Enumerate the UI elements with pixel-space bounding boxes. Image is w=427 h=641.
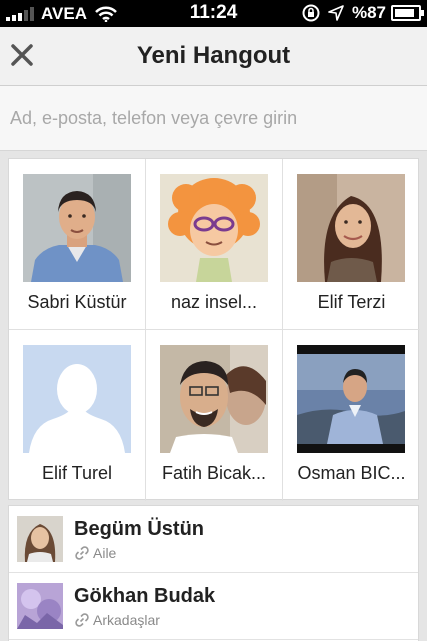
avatar [297, 345, 405, 453]
suggested-contacts-grid: Sabri Küstür naz insel... Elif Terzi Eli… [8, 158, 420, 501]
avatar [297, 174, 405, 282]
avatar [23, 174, 131, 282]
avatar [17, 516, 63, 562]
circle-name: Aile [93, 545, 117, 561]
contact-name: Gökhan Budak [74, 585, 216, 607]
circle-name: Arkadaşlar [93, 612, 160, 628]
battery-percent: %87 [351, 3, 386, 22]
contact-name: Osman BIC... [297, 463, 406, 483]
contact-tile[interactable]: Elif Terzi [283, 159, 420, 330]
list-item[interactable]: Begüm Üstün Aile [9, 506, 418, 573]
list-item[interactable]: Gökhan Budak Arkadaşlar [9, 573, 418, 640]
search-input[interactable] [0, 86, 427, 150]
contact-tile[interactable]: Elif Turel [9, 330, 146, 501]
status-right: %87 [302, 3, 424, 23]
page-title: Yeni Hangout [136, 42, 291, 69]
contact-name: Fatih Bicak... [161, 463, 267, 483]
contact-name: Sabri Küstür [27, 292, 127, 312]
contact-name: Begüm Üstün [74, 518, 204, 540]
circle-info: Arkadaşlar [74, 612, 160, 628]
contact-name: Elif Turel [41, 463, 113, 483]
contact-tile[interactable]: Sabri Küstür [9, 159, 146, 330]
battery-icon [391, 5, 424, 21]
circle-info: Aile [74, 545, 116, 561]
contact-tile[interactable]: Osman BIC... [283, 330, 420, 501]
avatar [17, 583, 63, 629]
contact-tile[interactable]: Fatih Bicak... [146, 330, 283, 501]
battery-fill [395, 9, 414, 17]
location-arrow-icon [328, 5, 344, 21]
contact-name: Elif Terzi [317, 292, 386, 312]
default-avatar-icon [23, 345, 131, 453]
avatar [160, 174, 268, 282]
search-bar [0, 86, 427, 151]
rotation-lock-icon [302, 4, 320, 22]
status-bar: AVEA 11:24 %87 [0, 0, 427, 27]
contact-list: Begüm Üstün Aile Gökhan Budak Arkadaşlar [8, 505, 419, 641]
link-icon [75, 546, 89, 560]
contact-tile[interactable]: naz insel... [146, 159, 283, 330]
header: Yeni Hangout [0, 27, 427, 86]
link-icon [75, 613, 89, 627]
contact-name: naz insel... [170, 292, 258, 312]
avatar [160, 345, 268, 453]
